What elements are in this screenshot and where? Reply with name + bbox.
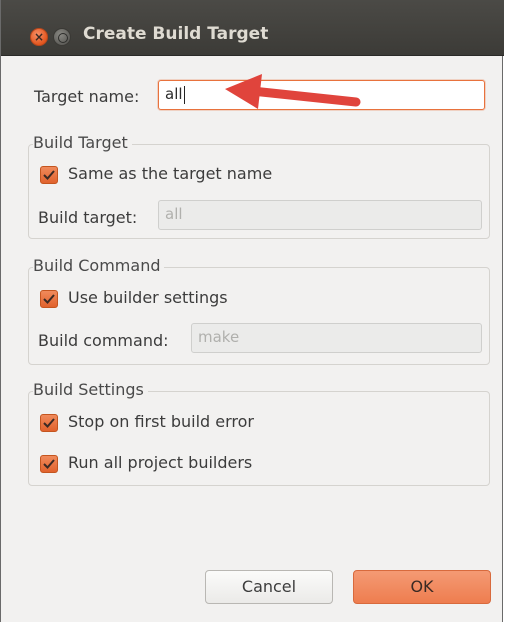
stop-on-error-checkbox[interactable] bbox=[40, 414, 58, 432]
checkmark-icon bbox=[43, 294, 55, 304]
ok-button[interactable]: OK bbox=[353, 570, 491, 604]
build-command-input: make bbox=[191, 323, 482, 353]
cancel-button[interactable]: Cancel bbox=[205, 570, 333, 604]
build-target-value: all bbox=[165, 205, 183, 223]
window-title: Create Build Target bbox=[83, 24, 269, 44]
close-icon[interactable]: × bbox=[30, 28, 48, 46]
same-as-name-label: Same as the target name bbox=[68, 164, 273, 183]
run-all-checkbox[interactable] bbox=[40, 455, 58, 473]
same-as-name-checkbox[interactable] bbox=[40, 166, 58, 184]
stop-on-error-label: Stop on first build error bbox=[68, 412, 254, 431]
build-command-group-title: Build Command bbox=[33, 256, 165, 275]
checkmark-icon bbox=[43, 170, 55, 180]
use-builder-label: Use builder settings bbox=[68, 288, 228, 307]
dialog-window: × Create Build Target Target name: all B… bbox=[0, 0, 504, 622]
title-bar: × Create Build Target bbox=[1, 0, 504, 56]
minimize-icon[interactable] bbox=[53, 28, 71, 46]
text-caret bbox=[183, 85, 185, 104]
use-builder-checkbox[interactable] bbox=[40, 290, 58, 308]
checkmark-icon bbox=[43, 418, 55, 428]
build-settings-group-title: Build Settings bbox=[33, 380, 148, 399]
build-target-input: all bbox=[158, 200, 482, 230]
target-name-label: Target name: bbox=[34, 87, 140, 106]
build-command-value: make bbox=[198, 328, 240, 346]
target-name-input[interactable]: all bbox=[158, 80, 485, 110]
build-command-label: Build command: bbox=[38, 331, 169, 350]
checkmark-icon bbox=[43, 459, 55, 469]
build-target-group-title: Build Target bbox=[33, 133, 132, 152]
target-name-value: all bbox=[165, 85, 183, 103]
run-all-label: Run all project builders bbox=[68, 453, 253, 472]
build-target-label: Build target: bbox=[38, 208, 138, 227]
